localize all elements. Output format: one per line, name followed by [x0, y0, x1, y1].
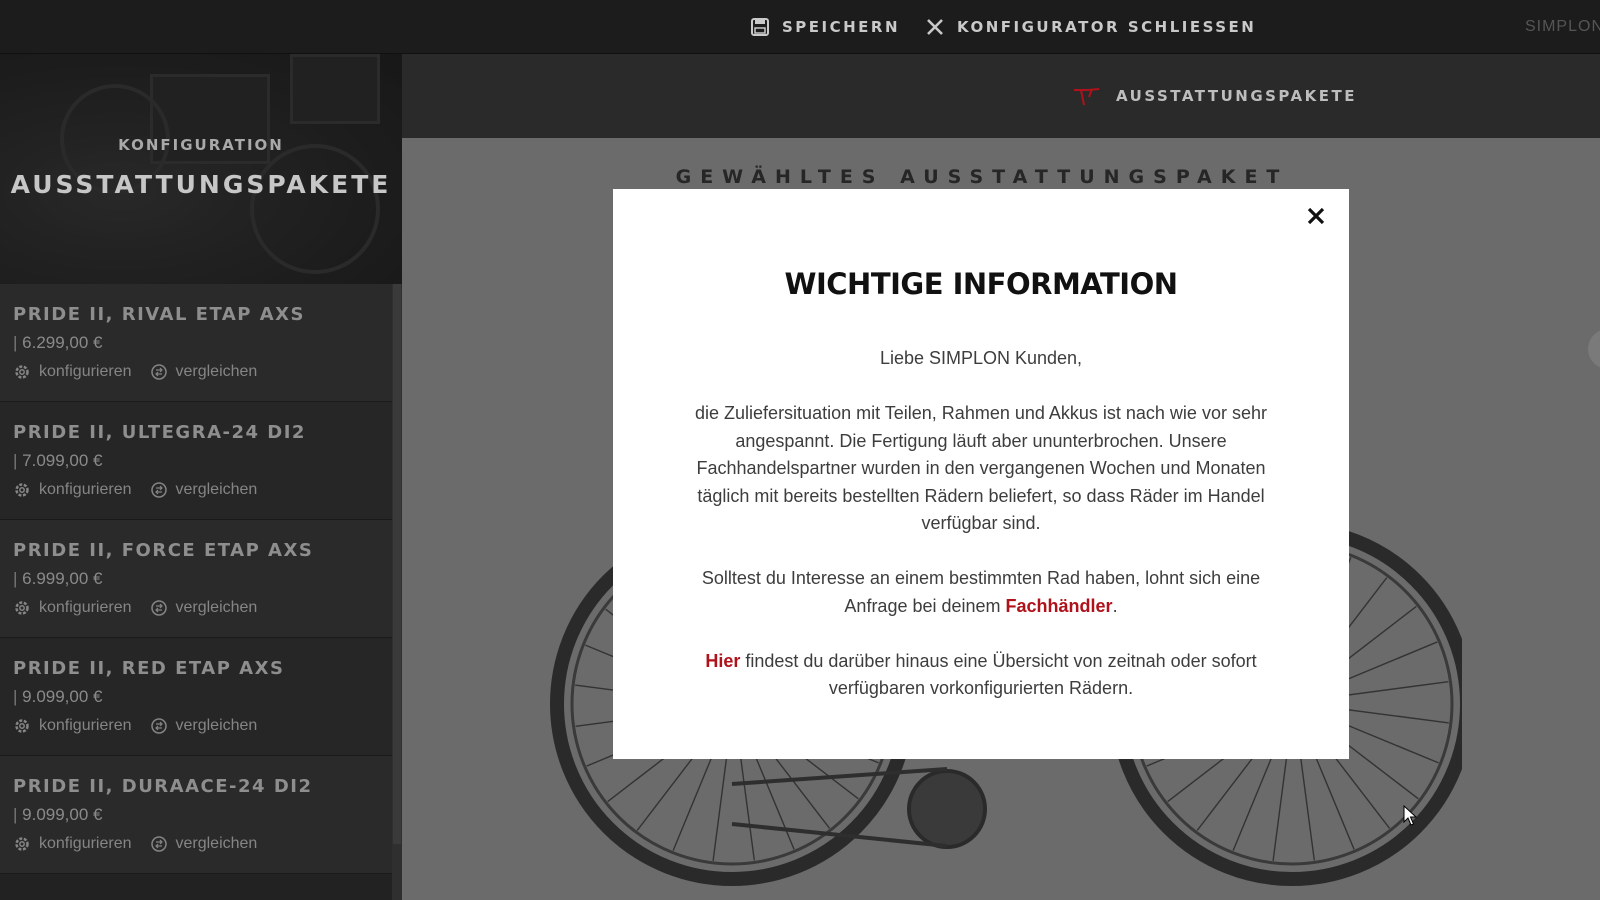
package-price: 7.099,00 €: [13, 451, 392, 471]
package-name: PRIDE II, ULTEGRA-24 DI2: [13, 422, 306, 443]
section-title: GEWÄHLTES AUSSTATTUNGSPAKET: [675, 166, 1289, 188]
package-item[interactable]: PRIDE II, DURAACE-24 DI2 9.099,00 € konf…: [0, 756, 392, 874]
here-link[interactable]: Hier: [705, 651, 740, 671]
configure-link[interactable]: konfigurieren: [13, 717, 132, 735]
close-icon: [1307, 207, 1325, 225]
package-list: PRIDE II, RIVAL ETAP AXS 6.299,00 € konf…: [0, 284, 392, 874]
package-item[interactable]: PRIDE II, FORCE ETAP AXS 6.999,00 € konf…: [0, 520, 392, 638]
save-button[interactable]: SPEICHERN: [750, 0, 900, 54]
save-label: SPEICHERN: [782, 18, 901, 36]
sidebar-scrollbar-thumb[interactable]: [393, 284, 401, 844]
modal-greeting: Liebe SIMPLON Kunden,: [879, 348, 1083, 368]
sidebar: KONFIGURATION AUSSTATTUNGSPAKETE PRIDE I…: [0, 54, 402, 900]
package-item[interactable]: PRIDE II, RIVAL ETAP AXS 6.299,00 € konf…: [0, 284, 392, 402]
package-item[interactable]: PRIDE II, ULTEGRA-24 DI2 7.099,00 € konf…: [0, 402, 392, 520]
package-name: PRIDE II, DURAACE-24 DI2: [13, 776, 313, 797]
compare-link[interactable]: vergleichen: [150, 363, 257, 381]
configure-link[interactable]: konfigurieren: [13, 363, 132, 381]
bike-frame-icon: [1074, 88, 1100, 106]
compare-link[interactable]: vergleichen: [150, 717, 257, 735]
hero-subtitle: KONFIGURATION: [118, 136, 284, 154]
modal-paragraph: die Zuliefersituation mit Teilen, Rahmen…: [695, 403, 1267, 533]
package-name: PRIDE II, RIVAL ETAP AXS: [13, 304, 306, 325]
package-price: 9.099,00 €: [13, 805, 392, 825]
package-name: PRIDE II, FORCE ETAP AXS: [13, 540, 314, 561]
hero-title: AUSSTATTUNGSPAKETE: [10, 170, 392, 199]
gear-icon: [15, 837, 29, 851]
configure-link[interactable]: konfigurieren: [13, 599, 132, 617]
modal-paragraph: Hier findest du darüber hinaus eine Über…: [705, 650, 1257, 699]
modal-body: Liebe SIMPLON Kunden, die Zuliefersituat…: [681, 345, 1281, 703]
compare-link[interactable]: vergleichen: [150, 481, 257, 499]
mouse-cursor-icon: [1403, 805, 1418, 826]
configure-link[interactable]: konfigurieren: [13, 835, 132, 853]
modal-paragraph: Solltest du Interesse an einem bestimmte…: [701, 568, 1261, 616]
main-header: AUSSTATTUNGSPAKETE: [402, 54, 1600, 138]
close-icon: [927, 19, 943, 35]
info-modal: WICHTIGE INFORMATION Liebe SIMPLON Kunde…: [613, 189, 1349, 759]
gear-icon: [15, 483, 29, 497]
modal-close-button[interactable]: [1301, 201, 1331, 231]
sidebar-hero: KONFIGURATION AUSSTATTUNGSPAKETE: [0, 54, 402, 284]
compare-icon: [150, 600, 167, 616]
package-name: PRIDE II, RED ETAP AXS: [13, 658, 285, 679]
compare-icon: [150, 364, 167, 380]
modal-title: WICHTIGE INFORMATION: [784, 267, 1178, 301]
top-bar: SPEICHERN KONFIGURATOR SCHLIESSEN SIMPLO…: [0, 0, 1600, 54]
floppy-disk-icon: [751, 18, 769, 36]
package-item[interactable]: PRIDE II, RED ETAP AXS 9.099,00 € konfig…: [0, 638, 392, 756]
gear-icon: [15, 601, 29, 615]
close-configurator-button[interactable]: KONFIGURATOR SCHLIESSEN: [925, 0, 1256, 54]
compare-icon: [150, 836, 167, 852]
tab-equipment-packages[interactable]: AUSSTATTUNGSPAKETE: [1072, 54, 1357, 138]
package-price: 6.299,00 €: [13, 333, 392, 353]
compare-icon: [150, 482, 167, 498]
compare-icon: [150, 718, 167, 734]
compare-link[interactable]: vergleichen: [150, 599, 257, 617]
gear-icon: [15, 719, 29, 733]
package-price: 6.999,00 €: [13, 569, 392, 589]
next-slide-handle[interactable]: [1588, 329, 1600, 369]
package-price: 9.099,00 €: [13, 687, 392, 707]
sidebar-scrollbar[interactable]: [392, 284, 402, 900]
configure-link[interactable]: konfigurieren: [13, 481, 132, 499]
gear-icon: [15, 365, 29, 379]
brand-logo[interactable]: SIMPLON: [1525, 0, 1600, 54]
dealer-link[interactable]: Fachhändler: [1006, 596, 1113, 616]
compare-link[interactable]: vergleichen: [150, 835, 257, 853]
close-configurator-label: KONFIGURATOR SCHLIESSEN: [957, 18, 1257, 36]
